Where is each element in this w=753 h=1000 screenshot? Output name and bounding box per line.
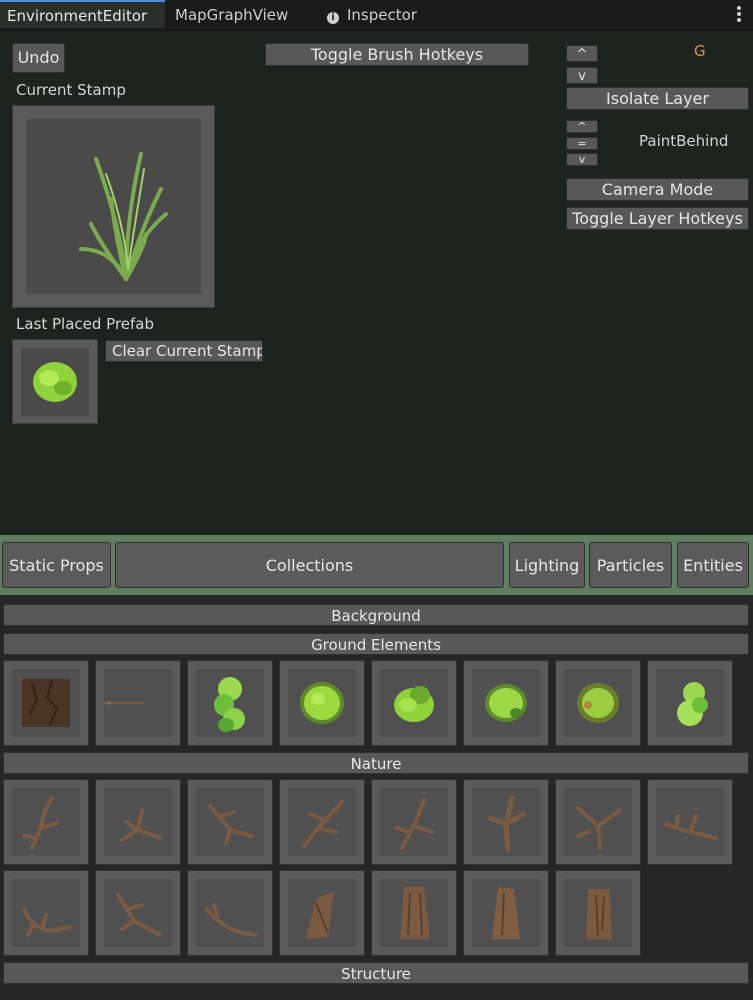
tab-map-graph-view[interactable]: MapGraphView	[175, 0, 288, 30]
branch-icon	[576, 806, 622, 850]
category-particles[interactable]: Particles	[589, 542, 672, 588]
nature-tile-2[interactable]	[95, 779, 181, 865]
branch-icon	[204, 903, 258, 937]
stump-icon	[586, 889, 612, 939]
stick-icon	[104, 701, 144, 705]
undo-button[interactable]: Undo	[12, 43, 65, 73]
bush-icon	[485, 684, 527, 722]
section-ground-elements[interactable]: Ground Elements	[3, 633, 749, 655]
nature-tile-3[interactable]	[187, 779, 273, 865]
nature-tile-11[interactable]	[187, 870, 273, 956]
info-icon: i	[327, 12, 339, 24]
section-background[interactable]: Background	[3, 604, 749, 626]
kebab-menu-icon[interactable]	[737, 6, 741, 24]
nature-tile-1[interactable]	[3, 779, 89, 865]
nature-tile-13[interactable]	[371, 870, 457, 956]
moss-patch-icon	[577, 683, 619, 723]
paint-behind-label: PaintBehind	[639, 132, 729, 150]
layer-down-button[interactable]: v	[566, 67, 598, 84]
nature-tile-15[interactable]	[555, 870, 641, 956]
bush-icon	[677, 682, 708, 726]
nature-tile-12[interactable]	[279, 870, 365, 956]
layer-letter-label: G	[694, 42, 706, 60]
tab-label: MapGraphView	[175, 6, 289, 24]
nature-tile-5[interactable]	[371, 779, 457, 865]
category-static-props[interactable]: Static Props	[2, 542, 111, 588]
stump-icon	[400, 887, 430, 939]
branch-icon	[116, 893, 162, 937]
paint-order-up-button[interactable]: ^	[566, 120, 598, 133]
grass-stamp-icon	[79, 152, 168, 281]
nature-tile-9[interactable]	[3, 870, 89, 956]
dirt-tile-icon	[22, 679, 70, 727]
moss-patch-icon	[300, 682, 344, 724]
paint-order-down-button[interactable]: v	[566, 153, 598, 166]
category-collections[interactable]: Collections	[115, 542, 504, 588]
stump-icon	[492, 887, 520, 939]
toggle-brush-hotkeys-button[interactable]: Toggle Brush Hotkeys	[265, 43, 529, 66]
branch-icon	[664, 814, 718, 840]
ground-tile-5[interactable]	[371, 660, 457, 746]
nature-tile-4[interactable]	[279, 779, 365, 865]
layer-up-button[interactable]: ^	[566, 45, 598, 62]
clear-current-stamp-button[interactable]: Clear Current Stamp	[105, 340, 263, 362]
section-nature[interactable]: Nature	[3, 752, 749, 774]
bush-icon	[394, 686, 434, 722]
current-stamp-label: Current Stamp	[16, 81, 126, 99]
tab-label: EnvironmentEditor	[7, 7, 148, 25]
bush-icon	[33, 362, 77, 402]
tab-bar: EnvironmentEditor MapGraphView i Inspecto…	[0, 0, 753, 31]
ground-tile-7[interactable]	[555, 660, 641, 746]
log-icon	[306, 891, 334, 939]
tab-inspector[interactable]: i Inspector	[327, 0, 417, 30]
ground-tile-3[interactable]	[187, 660, 273, 746]
branch-icon	[120, 808, 162, 842]
nature-tile-6[interactable]	[463, 779, 549, 865]
category-lighting[interactable]: Lighting	[509, 542, 585, 588]
nature-tile-8[interactable]	[647, 779, 733, 865]
last-placed-prefab-label: Last Placed Prefab	[16, 315, 155, 333]
nature-tile-14[interactable]	[463, 870, 549, 956]
branch-icon	[208, 804, 254, 846]
branch-icon	[394, 798, 434, 850]
category-entities[interactable]: Entities	[677, 542, 749, 588]
branch-icon	[22, 796, 59, 850]
ground-tile-1[interactable]	[3, 660, 89, 746]
ground-tile-8[interactable]	[647, 660, 733, 746]
paint-order-equal-button[interactable]: =	[566, 137, 598, 150]
ground-tile-6[interactable]	[463, 660, 549, 746]
tab-label: Inspector	[347, 6, 417, 24]
nature-tile-7[interactable]	[555, 779, 641, 865]
last-placed-prefab-preview[interactable]	[12, 339, 98, 424]
ground-tile-2[interactable]	[95, 660, 181, 746]
toggle-layer-hotkeys-button[interactable]: Toggle Layer Hotkeys	[566, 207, 749, 230]
current-stamp-preview	[12, 105, 215, 308]
tab-environment-editor[interactable]: EnvironmentEditor	[0, 0, 165, 28]
camera-mode-button[interactable]: Camera Mode	[566, 178, 749, 201]
isolate-layer-button[interactable]: Isolate Layer	[566, 87, 749, 110]
branch-icon	[487, 795, 527, 853]
branch-icon	[302, 800, 344, 848]
grass-clump-icon	[214, 677, 245, 732]
ground-tile-4[interactable]	[279, 660, 365, 746]
nature-tile-10[interactable]	[95, 870, 181, 956]
section-structure[interactable]: Structure	[3, 962, 749, 984]
branch-icon	[22, 907, 72, 937]
